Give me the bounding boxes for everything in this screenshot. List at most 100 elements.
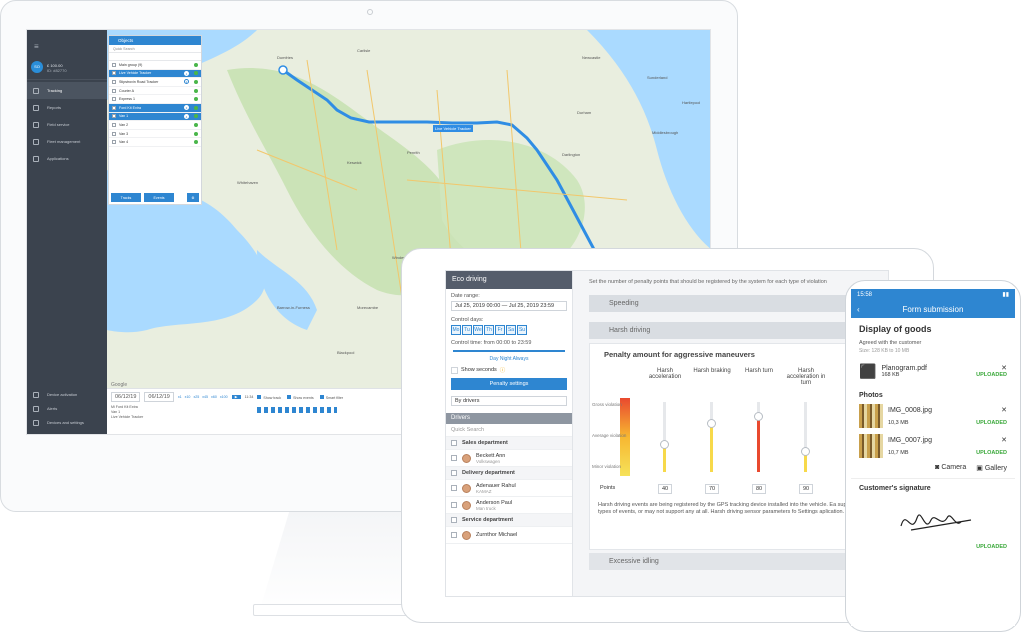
object-checkbox[interactable] [112,105,116,110]
time-slider[interactable] [453,350,565,352]
speed-option[interactable]: x60 [211,395,217,399]
slider-knob[interactable] [801,447,810,456]
objects-header[interactable]: Objects [109,36,201,45]
timeline-option[interactable]: Smart filter [319,394,343,400]
object-row[interactable]: Main group (9) [109,61,201,70]
harsh-driving-section[interactable]: Harsh driving [589,322,888,339]
user-block[interactable]: SO £ 100.00 ID: #82770 [27,56,107,80]
show-seconds-checkbox[interactable] [451,366,458,374]
speed-option[interactable]: x45 [202,395,208,399]
penalty-settings-button[interactable]: Penalty settings [451,378,567,390]
date-from[interactable]: 06/12/19 [111,392,141,402]
camera-button[interactable]: ◙ Camera [935,464,966,472]
speed-option[interactable]: x10 [185,395,191,399]
driver-group[interactable]: Service department [446,514,572,527]
points-input[interactable]: 70 [705,484,719,494]
day-toggle[interactable]: Th [484,325,494,335]
pdf-attachment[interactable]: ⬛ Planogram.pdf 168 KB ✕ UPLOADED [851,356,1015,386]
object-checkbox[interactable] [112,131,116,136]
tracks-button[interactable]: Tracks [111,193,141,202]
remove-icon[interactable]: ✕ [976,364,1007,372]
object-checkbox[interactable] [112,79,116,84]
day-toggle[interactable]: Fr [495,325,505,335]
object-checkbox[interactable] [112,97,116,102]
speed-option[interactable]: x100 [220,395,228,399]
object-checkbox[interactable] [112,88,116,93]
back-icon[interactable]: ‹ [857,305,860,314]
signature-image[interactable] [851,498,1015,542]
driver-checkbox[interactable] [451,485,457,491]
nav-bottom-0[interactable]: Device activation [27,388,107,401]
penalty-slider[interactable] [754,402,763,472]
day-night-toggle[interactable]: Day Night Always [451,356,567,362]
driver-checkbox[interactable] [451,502,457,508]
driver-checkbox[interactable] [451,455,457,461]
nav-bottom-2[interactable]: Devices and settings [27,416,107,429]
penalty-slider[interactable] [707,402,716,472]
slider-knob[interactable] [707,419,716,428]
events-button[interactable]: Events [144,193,174,202]
drivers-search-input[interactable]: Quick Search [446,424,572,437]
object-row[interactable]: Van 4 [109,138,201,147]
day-toggle[interactable]: Tu [462,325,472,335]
driver-row[interactable]: Beckett Ann Volkswagen [446,450,572,467]
object-checkbox[interactable] [112,62,116,67]
date-to[interactable]: 06/12/19 [144,392,174,402]
driver-row[interactable]: Adenauer Rahul KAMAZ [446,480,572,497]
penalty-slider[interactable] [660,402,669,472]
photo-attachment[interactable]: IMG_0008.jpg 10,3 MB ✕ UPLOADED [851,401,1015,431]
object-row[interactable]: Ford Kit Extra 3 [109,103,201,113]
driver-row[interactable]: Anderson Paul Man truck [446,497,572,514]
remove-icon[interactable]: ✕ [976,406,1007,414]
speed-option[interactable]: x1 [178,395,182,399]
menu-icon[interactable]: ≡ [34,42,39,51]
driver-group[interactable]: Sales department [446,437,572,450]
gallery-button[interactable]: ▣ Gallery [976,464,1007,472]
driver-checkbox[interactable] [451,532,457,538]
object-row[interactable]: Express 1 [109,95,201,104]
object-row[interactable]: Van 3 [109,130,201,139]
track-segments[interactable] [257,407,337,413]
object-row[interactable]: Live Vehicle Tracker 1 [109,69,201,79]
vehicle-marker-label[interactable]: Live Vehicle Tracker [433,125,473,132]
day-toggle[interactable]: Mo [451,325,461,335]
day-toggle[interactable]: Sa [506,325,516,335]
speed-option[interactable]: x25 [193,395,199,399]
object-checkbox[interactable] [112,140,116,145]
driver-group[interactable]: Delivery department [446,467,572,480]
driver-row[interactable]: Zurnthor Michael [446,527,572,544]
date-range-input[interactable]: Jul 25, 2019 00:00 — Jul 25, 2019 23:59 [451,301,567,311]
day-toggle[interactable]: Su [517,325,527,335]
nav-item-tracking[interactable]: Tracking [27,82,107,99]
day-toggle[interactable]: We [473,325,483,335]
nav-item-field-service[interactable]: Field service [27,116,107,133]
timeline-option[interactable]: Show events [287,394,314,400]
play-icon[interactable]: ▶ [231,395,241,399]
object-checkbox[interactable] [112,114,116,119]
points-input[interactable]: 80 [752,484,766,494]
penalty-slider[interactable] [801,402,810,472]
object-row[interactable]: Stipstrovin Road Tracker 2 [109,78,201,87]
slider-knob[interactable] [660,440,669,449]
remove-icon[interactable]: ✕ [976,436,1007,444]
nav-bottom-1[interactable]: Alerts [27,402,107,415]
points-input[interactable]: 40 [658,484,672,494]
excessive-idling-section[interactable]: Excessive idling [589,553,888,570]
object-row[interactable]: Courier A [109,87,201,96]
objects-search-input[interactable]: Quick Search [109,45,201,53]
object-checkbox[interactable] [112,122,116,127]
object-checkbox[interactable] [112,71,116,76]
by-drivers-select[interactable]: By drivers [451,396,567,406]
nav-item-reports[interactable]: Reports [27,99,107,116]
object-row[interactable]: Van 2 [109,121,201,130]
speeding-section[interactable]: Speeding [589,295,888,312]
driver-checkbox[interactable] [451,470,457,476]
object-row[interactable]: Van 1 4 [109,112,201,122]
nav-item-applications[interactable]: Applications [27,150,107,167]
timeline-option[interactable]: Show track [257,394,281,400]
photo-attachment[interactable]: IMG_0007.jpg 10,7 MB ✕ UPLOADED [851,431,1015,461]
points-input[interactable]: 90 [799,484,813,494]
settings-icon[interactable]: ⚙ [187,193,199,202]
nav-item-fleet-management[interactable]: Fleet management [27,133,107,150]
driver-checkbox[interactable] [451,440,457,446]
